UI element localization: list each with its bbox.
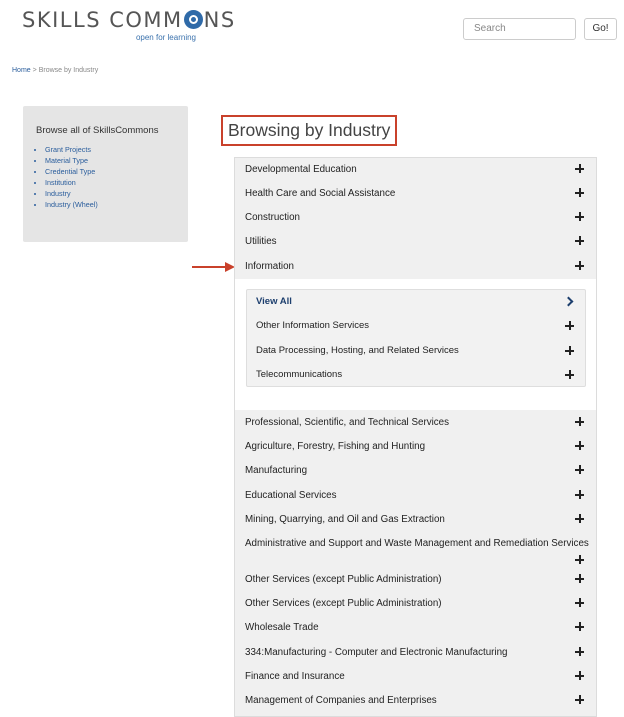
breadcrumb-current: Browse by Industry (38, 67, 99, 74)
industry-label: Management of Companies and Enterprises (245, 695, 437, 706)
industry-label: Professional, Scientific, and Technical … (245, 417, 450, 428)
logo-tagline: open for learning (135, 33, 196, 42)
site-logo[interactable]: SKILLS COMM NS open for learning (22, 8, 234, 44)
industry-label: Wholesale Trade (245, 622, 319, 633)
industry-label: 334:Manufacturing - Computer and Electro… (245, 647, 508, 658)
industry-label: Agriculture, Forestry, Fishing and Hunti… (245, 441, 426, 452)
industry-item-wholesale-trade[interactable]: Wholesale Trade (235, 616, 596, 640)
search-go-button[interactable]: Go! (584, 18, 617, 40)
sidebar-link-list: Grant Projects Material Type Credential … (37, 144, 98, 210)
industry-item-other-services[interactable]: Other Services (except Public Administra… (235, 568, 596, 592)
industry-label: Administrative and Support and Waste Man… (245, 538, 589, 549)
industry-label: Other Services (except Public Administra… (245, 574, 442, 585)
industry-item-finance-insurance[interactable]: Finance and Insurance (235, 665, 596, 689)
subcategory-item-data-processing[interactable]: Data Processing, Hosting, and Related Se… (247, 339, 585, 363)
logo-globe-icon (183, 10, 203, 29)
industry-item-utilities[interactable]: Utilities (235, 230, 596, 254)
page-title: Browsing by Industry (221, 115, 398, 146)
expand-plus-icon[interactable] (575, 598, 584, 607)
sidebar-link-industry[interactable]: Industry (45, 188, 98, 199)
breadcrumb-home-link[interactable]: Home (12, 67, 31, 74)
logo-text-part2: NS (203, 8, 236, 32)
industry-item-educational-services[interactable]: Educational Services (235, 484, 596, 508)
expand-plus-icon[interactable] (565, 321, 574, 330)
sidebar-link-grant-projects[interactable]: Grant Projects (45, 144, 98, 155)
view-all-link[interactable]: View All (247, 290, 585, 314)
subcategory-label: Other Information Services (256, 320, 369, 331)
industry-label: Developmental Education (245, 164, 357, 175)
view-all-label: View All (256, 296, 292, 307)
industry-item-health-care[interactable]: Health Care and Social Assistance (235, 182, 596, 206)
sidebar-title: Browse all of SkillsCommons (36, 125, 159, 136)
industry-item-mining[interactable]: Mining, Quarrying, and Oil and Gas Extra… (235, 508, 596, 532)
expand-plus-icon[interactable] (575, 441, 584, 450)
industry-item-professional-scientific[interactable]: Professional, Scientific, and Technical … (235, 411, 596, 435)
subcategory-item-other-information-services[interactable]: Other Information Services (247, 314, 585, 338)
sidebar-link-institution[interactable]: Institution (45, 177, 98, 188)
expand-plus-icon[interactable] (575, 574, 584, 583)
industry-item-information[interactable]: Information (235, 255, 596, 279)
industry-label: Mining, Quarrying, and Oil and Gas Extra… (245, 514, 445, 525)
expand-plus-icon[interactable] (575, 555, 584, 564)
annotation-arrow-icon (192, 262, 235, 272)
subcategory-label: Data Processing, Hosting, and Related Se… (256, 345, 459, 356)
expand-plus-icon[interactable] (565, 370, 574, 379)
browse-sidebar: Browse all of SkillsCommons Grant Projec… (23, 106, 188, 242)
industry-label: Other Services (except Public Administra… (245, 598, 442, 609)
industry-label: Health Care and Social Assistance (245, 188, 396, 199)
industry-item-management-of-companies[interactable]: Management of Companies and Enterprises (235, 689, 596, 713)
expand-plus-icon[interactable] (575, 514, 584, 523)
breadcrumb-separator: > (32, 67, 37, 74)
industry-item-developmental-education[interactable]: Developmental Education (235, 158, 596, 182)
industry-item-manufacturing[interactable]: Manufacturing (235, 459, 596, 483)
expand-plus-icon[interactable] (575, 465, 584, 474)
subcategory-label: Telecommunications (256, 369, 343, 380)
expand-plus-icon[interactable] (575, 212, 584, 221)
expand-plus-icon[interactable] (575, 622, 584, 631)
expand-plus-icon[interactable] (575, 236, 584, 245)
chevron-right-icon (563, 296, 574, 307)
subcategory-item-telecommunications[interactable]: Telecommunications (247, 363, 585, 387)
industry-label: Manufacturing (245, 465, 308, 476)
logo-text-part1: SKILLS COMM (22, 8, 183, 32)
expand-plus-icon[interactable] (575, 671, 584, 680)
industry-label: Educational Services (245, 490, 337, 501)
expand-plus-icon[interactable] (575, 261, 584, 270)
industry-item-construction[interactable]: Construction (235, 206, 596, 230)
expand-plus-icon[interactable] (565, 346, 574, 355)
industry-label: Construction (245, 212, 300, 223)
expand-plus-icon[interactable] (575, 417, 584, 426)
logo-wordmark: SKILLS COMM NS (22, 8, 234, 32)
expand-plus-icon[interactable] (575, 188, 584, 197)
sidebar-link-industry-wheel[interactable]: Industry (Wheel) (45, 199, 98, 210)
industry-item-agriculture[interactable]: Agriculture, Forestry, Fishing and Hunti… (235, 435, 596, 459)
sidebar-link-credential-type[interactable]: Credential Type (45, 166, 98, 177)
search-input[interactable]: Search (463, 18, 576, 40)
industry-label: Utilities (245, 236, 277, 247)
industry-item-other-services[interactable]: Other Services (except Public Administra… (235, 592, 596, 616)
expand-plus-icon[interactable] (575, 164, 584, 173)
expand-plus-icon[interactable] (575, 490, 584, 499)
industry-label: Information (245, 261, 295, 272)
expand-plus-icon[interactable] (575, 695, 584, 704)
industry-label: Finance and Insurance (245, 671, 345, 682)
sidebar-link-material-type[interactable]: Material Type (45, 155, 98, 166)
expand-plus-icon[interactable] (575, 647, 584, 656)
breadcrumb: Home > Browse by Industry (12, 67, 98, 74)
industry-item-computer-electronic-manufacturing[interactable]: 334:Manufacturing - Computer and Electro… (235, 641, 596, 665)
industry-item-administrative-support[interactable]: Administrative and Support and Waste Man… (235, 533, 596, 569)
